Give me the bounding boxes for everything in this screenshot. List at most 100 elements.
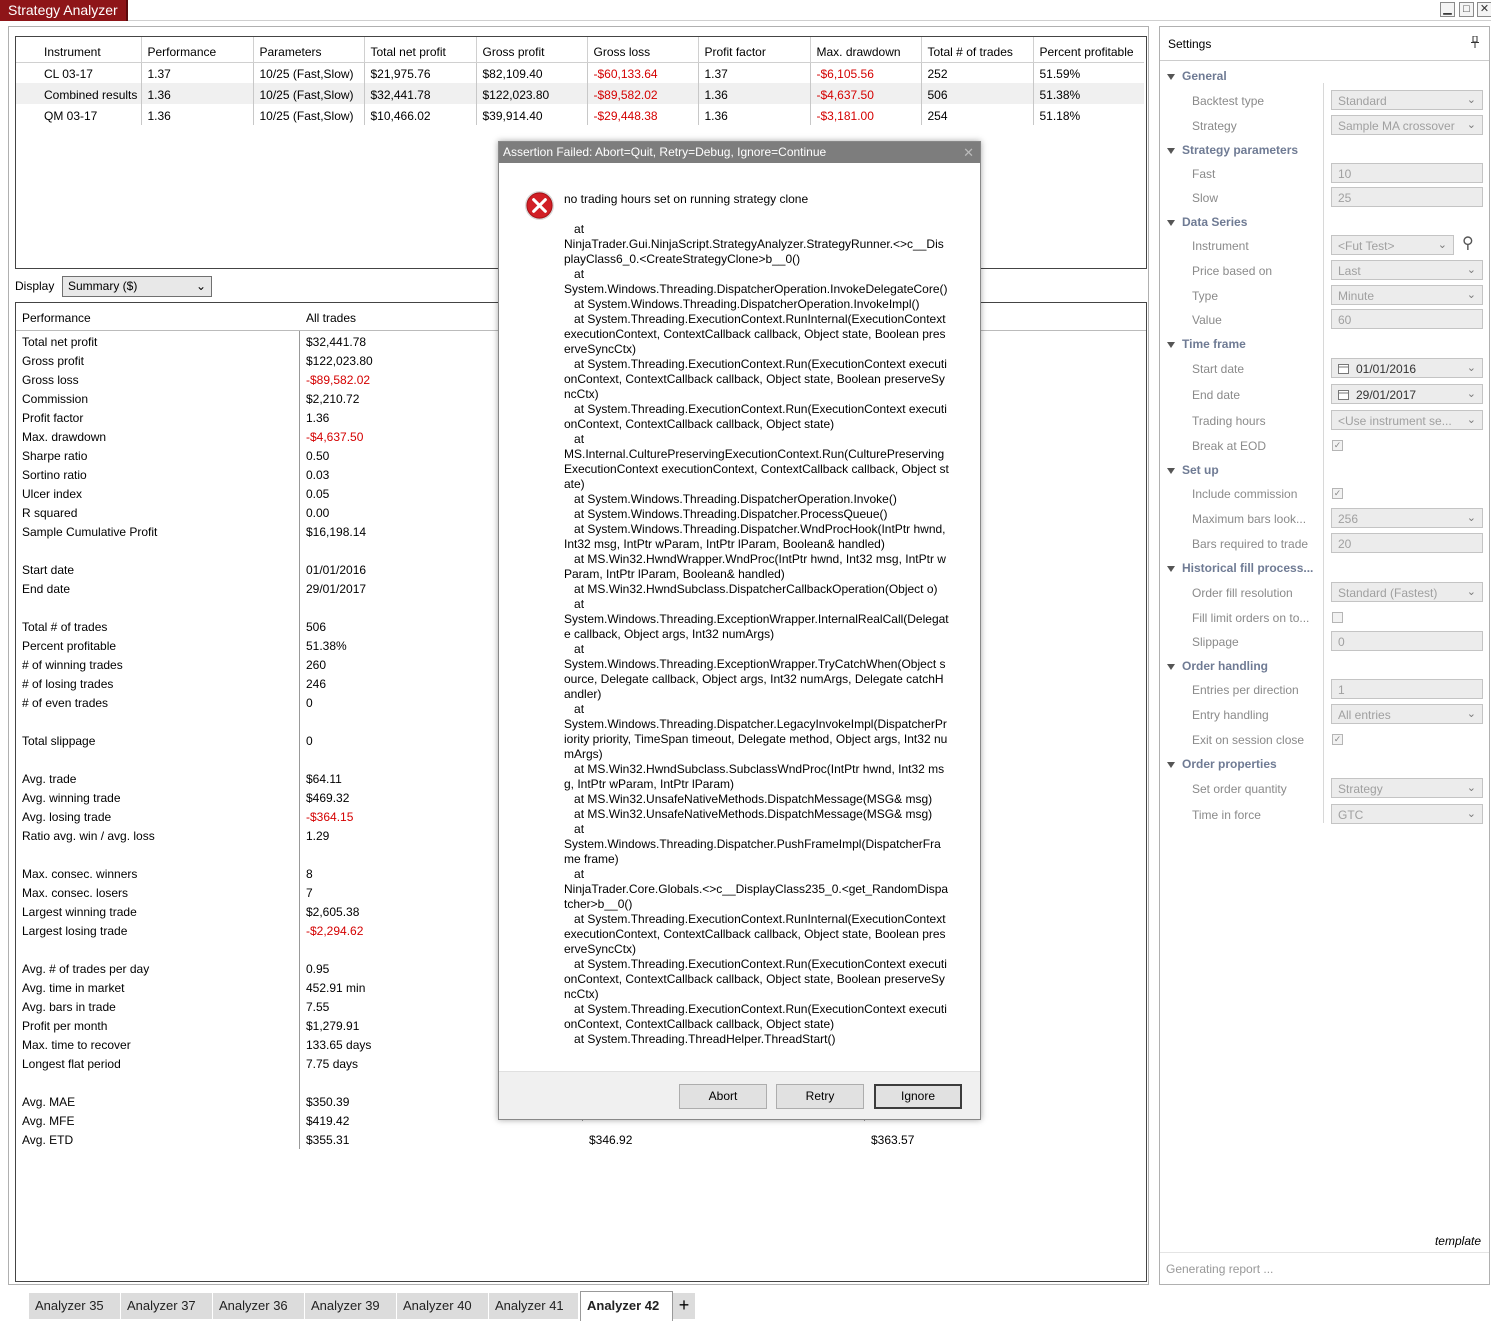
section-order-properties[interactable]: Order properties	[1167, 757, 1277, 771]
slippage-input[interactable]: 0	[1331, 631, 1483, 651]
col-gross-loss[interactable]: Gross loss	[587, 37, 699, 63]
pin-icon[interactable]	[1471, 36, 1479, 48]
table-cell: $21,975.76	[364, 62, 477, 83]
slow-input[interactable]: 25	[1331, 187, 1483, 207]
metric-value: $419.42	[306, 1114, 350, 1128]
entries-per-direction-input[interactable]: 1	[1331, 679, 1483, 699]
section-historical-fill[interactable]: Historical fill process...	[1167, 561, 1313, 575]
metric-label: Profit factor	[22, 411, 84, 425]
table-cell: $10,466.02	[364, 104, 477, 125]
section-set-up[interactable]: Set up	[1167, 463, 1219, 477]
template-link[interactable]: template	[1435, 1234, 1481, 1248]
maximize-button[interactable]: □	[1459, 2, 1474, 17]
dialog-close-button[interactable]: ✕	[963, 142, 974, 163]
prop-label: Entry handling	[1192, 708, 1269, 722]
table-row[interactable]: CL 03-17 1.37 10/25 (Fast,Slow) $21,975.76 $…	[16, 62, 1144, 83]
section-strategy-parameters[interactable]: Strategy parameters	[1167, 143, 1298, 157]
table-cell: -$3,181.00	[810, 104, 922, 125]
tab-analyzer-39[interactable]: Analyzer 39	[305, 1293, 397, 1319]
type-dropdown[interactable]: Minute ⌄	[1331, 285, 1483, 305]
table-row[interactable]: Combined results 1.36 10/25 (Fast,Slow) $32…	[16, 83, 1144, 104]
section-general[interactable]: General	[1167, 69, 1227, 83]
metric-label: Avg. MAE	[22, 1095, 76, 1109]
display-dropdown[interactable]: Summary ($) ⌄	[62, 276, 212, 297]
table-cell: 51.18%	[1039, 109, 1081, 123]
metric-value: $1,279.91	[306, 1019, 360, 1033]
tab-analyzer-36[interactable]: Analyzer 36	[213, 1293, 305, 1319]
calendar-icon	[1338, 364, 1349, 374]
metric-label: # of winning trades	[22, 658, 123, 672]
start-date-picker[interactable]: 01/01/2016 ⌄	[1331, 358, 1483, 378]
exit-on-session-close-checkbox[interactable]: ✓	[1332, 734, 1343, 745]
collapse-triangle-icon	[1167, 73, 1175, 80]
fast-input[interactable]: 10	[1331, 163, 1483, 183]
bars-required-input[interactable]: 20	[1331, 533, 1483, 553]
prop-label: Order fill resolution	[1192, 586, 1293, 600]
search-icon[interactable]: ⚲	[1462, 233, 1474, 253]
status-bar: Generating report ...	[1160, 1252, 1489, 1284]
col-total-net-profit[interactable]: Total net profit	[364, 37, 477, 63]
max-bars-lookback-dropdown[interactable]: 256 ⌄	[1331, 508, 1483, 528]
col-profit-factor[interactable]: Profit factor	[698, 37, 811, 63]
metric-value: 452.91 min	[306, 981, 366, 995]
tab-analyzer-35[interactable]: Analyzer 35	[29, 1293, 121, 1319]
table-cell: 1.37	[141, 62, 254, 83]
metric-label: Sample Cumulative Profit	[22, 525, 158, 539]
fill-limit-orders-checkbox[interactable]	[1332, 612, 1343, 623]
metric-label: # of losing trades	[22, 677, 114, 691]
metric-label: R squared	[22, 506, 78, 520]
chevron-down-icon: ⌄	[1466, 94, 1476, 106]
col-gross-profit[interactable]: Gross profit	[476, 37, 588, 63]
instrument-dropdown[interactable]: <Fut Test> ⌄	[1331, 235, 1454, 255]
trading-hours-dropdown[interactable]: <Use instrument se... ⌄	[1331, 410, 1483, 430]
metric-label: Avg. losing trade	[22, 810, 112, 824]
include-commission-checkbox[interactable]: ✓	[1332, 488, 1343, 499]
metric-value-long: $346.92	[589, 1133, 633, 1147]
metric-label: Sortino ratio	[22, 468, 87, 482]
col-max-drawdown[interactable]: Max. drawdown	[810, 37, 922, 63]
retry-button[interactable]: Retry	[776, 1084, 864, 1109]
section-order-handling[interactable]: Order handling	[1167, 659, 1268, 673]
table-row[interactable]: QM 03-17 1.36 10/25 (Fast,Slow) $10,466.02 $…	[16, 104, 1144, 125]
col-percent-profitable[interactable]: Percent profitable	[1033, 37, 1144, 63]
col-performance-label[interactable]: Performance	[22, 311, 91, 325]
table-cell: $82,109.40	[476, 62, 588, 83]
window-title: Strategy Analyzer	[0, 0, 128, 21]
section-time-frame[interactable]: Time frame	[1167, 337, 1246, 351]
minimize-button[interactable]: ▁	[1440, 2, 1455, 17]
ignore-button[interactable]: Ignore	[874, 1084, 962, 1109]
table-cell: 1.37	[698, 62, 811, 83]
add-tab-button[interactable]: +	[673, 1293, 695, 1319]
end-date-picker[interactable]: 29/01/2017 ⌄	[1331, 384, 1483, 404]
metric-value: 0.03	[306, 468, 330, 482]
metric-label: End date	[22, 582, 71, 596]
section-data-series[interactable]: Data Series	[1167, 215, 1247, 229]
metric-value: 01/01/2016	[306, 563, 367, 577]
tab-analyzer-37[interactable]: Analyzer 37	[121, 1293, 213, 1319]
prop-label: Include commission	[1192, 487, 1298, 501]
value-input[interactable]: 60	[1331, 309, 1483, 329]
strategy-dropdown[interactable]: Sample MA crossover ⌄	[1331, 115, 1483, 135]
col-instrument[interactable]: Instrument	[38, 37, 142, 63]
set-order-quantity-dropdown[interactable]: Strategy ⌄	[1331, 778, 1483, 798]
metric-label: Avg. # of trades per day	[22, 962, 150, 976]
tab-analyzer-40[interactable]: Analyzer 40	[397, 1293, 489, 1319]
chevron-down-icon: ⌄	[1466, 586, 1476, 598]
tab-analyzer-42[interactable]: Analyzer 42	[580, 1291, 673, 1321]
col-parameters[interactable]: Parameters	[253, 37, 365, 63]
price-based-on-dropdown[interactable]: Last ⌄	[1331, 260, 1483, 280]
table-cell: 51.38%	[1033, 83, 1144, 104]
order-fill-resolution-dropdown[interactable]: Standard (Fastest) ⌄	[1331, 582, 1483, 602]
prop-label: Exit on session close	[1192, 733, 1305, 747]
close-window-button[interactable]: ✕	[1477, 2, 1491, 17]
break-at-eod-checkbox[interactable]: ✓	[1332, 440, 1343, 451]
table-cell: Combined results	[38, 83, 142, 104]
col-performance[interactable]: Performance	[141, 37, 254, 63]
time-in-force-dropdown[interactable]: GTC ⌄	[1331, 804, 1483, 824]
col-total-trades[interactable]: Total # of trades	[921, 37, 1034, 63]
entry-handling-dropdown[interactable]: All entries ⌄	[1331, 704, 1483, 724]
col-all-trades[interactable]: All trades	[306, 311, 356, 325]
tab-analyzer-41[interactable]: Analyzer 41	[489, 1293, 579, 1319]
backtest-type-dropdown[interactable]: Standard ⌄	[1331, 90, 1483, 110]
abort-button[interactable]: Abort	[679, 1084, 767, 1109]
